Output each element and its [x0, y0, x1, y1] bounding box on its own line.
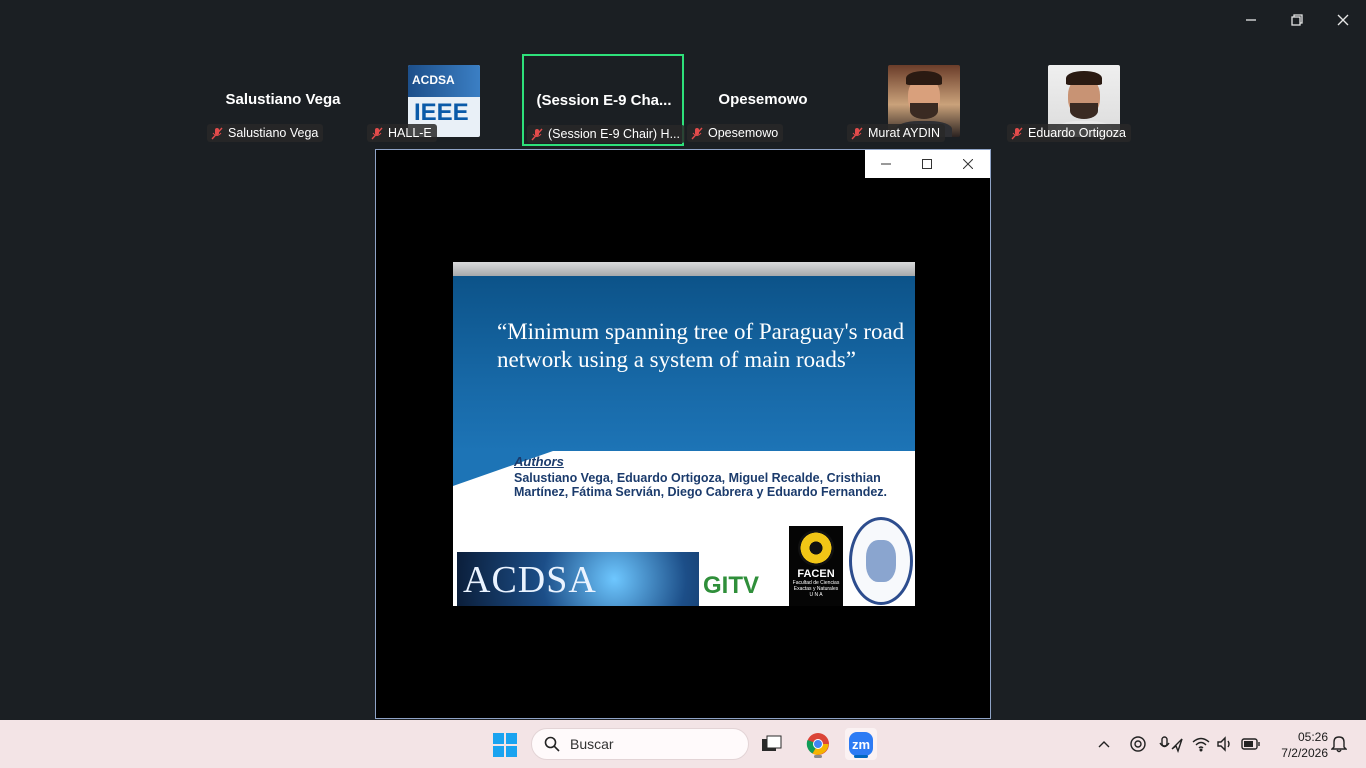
presentation-slide: “Minimum spanning tree of Paraguay's roa…	[453, 262, 915, 606]
participant-label: Murat AYDIN	[847, 124, 946, 142]
battery-icon	[1241, 738, 1260, 750]
logo-acdsa-text: ACDSA	[408, 65, 480, 97]
volume-icon	[1217, 736, 1230, 752]
participant-label: Opesemowo	[687, 124, 784, 142]
windows-logo-icon	[493, 733, 517, 757]
notifications-button[interactable]	[1331, 720, 1347, 768]
muted-mic-icon	[530, 127, 544, 141]
restore-button[interactable]	[1274, 6, 1320, 34]
slide-authors: Salustiano Vega, Eduardo Ortigoza, Migue…	[514, 471, 888, 499]
participant-label-text: Murat AYDIN	[868, 126, 941, 140]
window-controls	[1228, 6, 1366, 34]
close-icon	[962, 159, 973, 169]
muted-mic-icon	[1010, 126, 1024, 140]
shared-minimize-button[interactable]	[865, 150, 906, 178]
participant-tile[interactable]: Eduardo Ortigoza	[1003, 55, 1163, 145]
acdsa-logo: ACDSA	[457, 552, 699, 606]
close-button[interactable]	[1320, 6, 1366, 34]
maximize-icon	[921, 159, 932, 169]
participant-tile-active[interactable]: (Session E-9 Cha... (Session E-9 Chair) …	[522, 54, 685, 146]
slide-authors-heading: Authors	[514, 454, 564, 469]
participant-label: HALL-E	[367, 124, 437, 142]
shared-maximize-button[interactable]	[906, 150, 947, 178]
participant-tile[interactable]: Murat AYDIN	[843, 55, 1003, 145]
muted-mic-icon	[850, 126, 864, 140]
shared-window-controls	[865, 150, 990, 178]
minimize-icon	[1246, 19, 1256, 21]
gitv-logo: GITV	[703, 572, 760, 599]
wifi-icon	[1192, 737, 1210, 752]
shared-close-button[interactable]	[947, 150, 988, 178]
participant-name: Opesemowo	[718, 91, 808, 108]
zoom-icon: zm	[849, 732, 873, 756]
tray-overflow-button[interactable]	[1097, 720, 1111, 768]
tray-app-icon[interactable]	[1129, 720, 1147, 768]
shared-screen: “Minimum spanning tree of Paraguay's roa…	[375, 149, 991, 719]
battery-button[interactable]	[1241, 720, 1261, 768]
participant-name: Salustiano Vega	[225, 91, 341, 108]
participant-label: (Session E-9 Chair) H...	[527, 125, 685, 143]
windows-start-button[interactable]	[493, 733, 517, 757]
muted-mic-icon	[690, 126, 704, 140]
app-tray-icon	[1130, 736, 1146, 752]
una-seal	[849, 517, 913, 605]
logo-ieee-text: IEEE	[414, 99, 469, 126]
participant-name: (Session E-9 Cha...	[536, 92, 672, 109]
participant-label-text: Eduardo Ortigoza	[1028, 126, 1126, 140]
participant-tile[interactable]: Opesemowo Opesemowo	[683, 55, 843, 145]
muted-mic-icon	[370, 126, 384, 140]
search-placeholder: Buscar	[570, 736, 614, 752]
task-view-button[interactable]	[756, 728, 788, 760]
participant-label: Eduardo Ortigoza	[1007, 124, 1131, 142]
chevron-up-icon	[1098, 741, 1110, 748]
wifi-button[interactable]	[1192, 720, 1210, 768]
clock-time: 05:26	[1297, 730, 1328, 744]
notification-bell-icon	[1331, 736, 1347, 753]
facen-logo: FACEN Facultad de Ciencias Exactas y Nat…	[789, 526, 843, 606]
minimize-button[interactable]	[1228, 6, 1274, 34]
chrome-taskbar-button[interactable]	[802, 728, 834, 760]
clock-date: 7/2/2026	[1281, 746, 1328, 760]
participant-tile[interactable]: Salustiano Vega Salustiano Vega	[203, 55, 363, 145]
chrome-icon	[806, 733, 829, 755]
participant-label-text: HALL-E	[388, 126, 432, 140]
microphone-icon	[1159, 736, 1183, 753]
muted-mic-icon	[210, 126, 224, 140]
restore-icon	[1291, 14, 1303, 26]
participant-label-text: Salustiano Vega	[228, 126, 319, 140]
tray-mic-location[interactable]	[1158, 720, 1184, 768]
task-view-icon	[762, 735, 782, 751]
minimize-icon	[880, 163, 891, 165]
volume-button[interactable]	[1216, 720, 1234, 768]
zoom-taskbar-button[interactable]: zm	[845, 728, 877, 760]
participant-label-text: Opesemowo	[708, 126, 779, 140]
taskbar: Buscar zm 05:26 7/2/2026	[0, 720, 1366, 768]
search-icon	[544, 736, 560, 752]
close-icon	[1337, 14, 1349, 26]
participant-label: Salustiano Vega	[207, 124, 324, 142]
slide-title: “Minimum spanning tree of Paraguay's roa…	[497, 319, 905, 372]
participant-label-text: (Session E-9 Chair) H...	[548, 127, 680, 141]
taskbar-search[interactable]: Buscar	[531, 728, 749, 760]
taskbar-clock[interactable]: 05:26 7/2/2026	[1272, 729, 1328, 761]
participant-tile[interactable]: ACDSA IEEE HALL-E	[363, 55, 523, 145]
